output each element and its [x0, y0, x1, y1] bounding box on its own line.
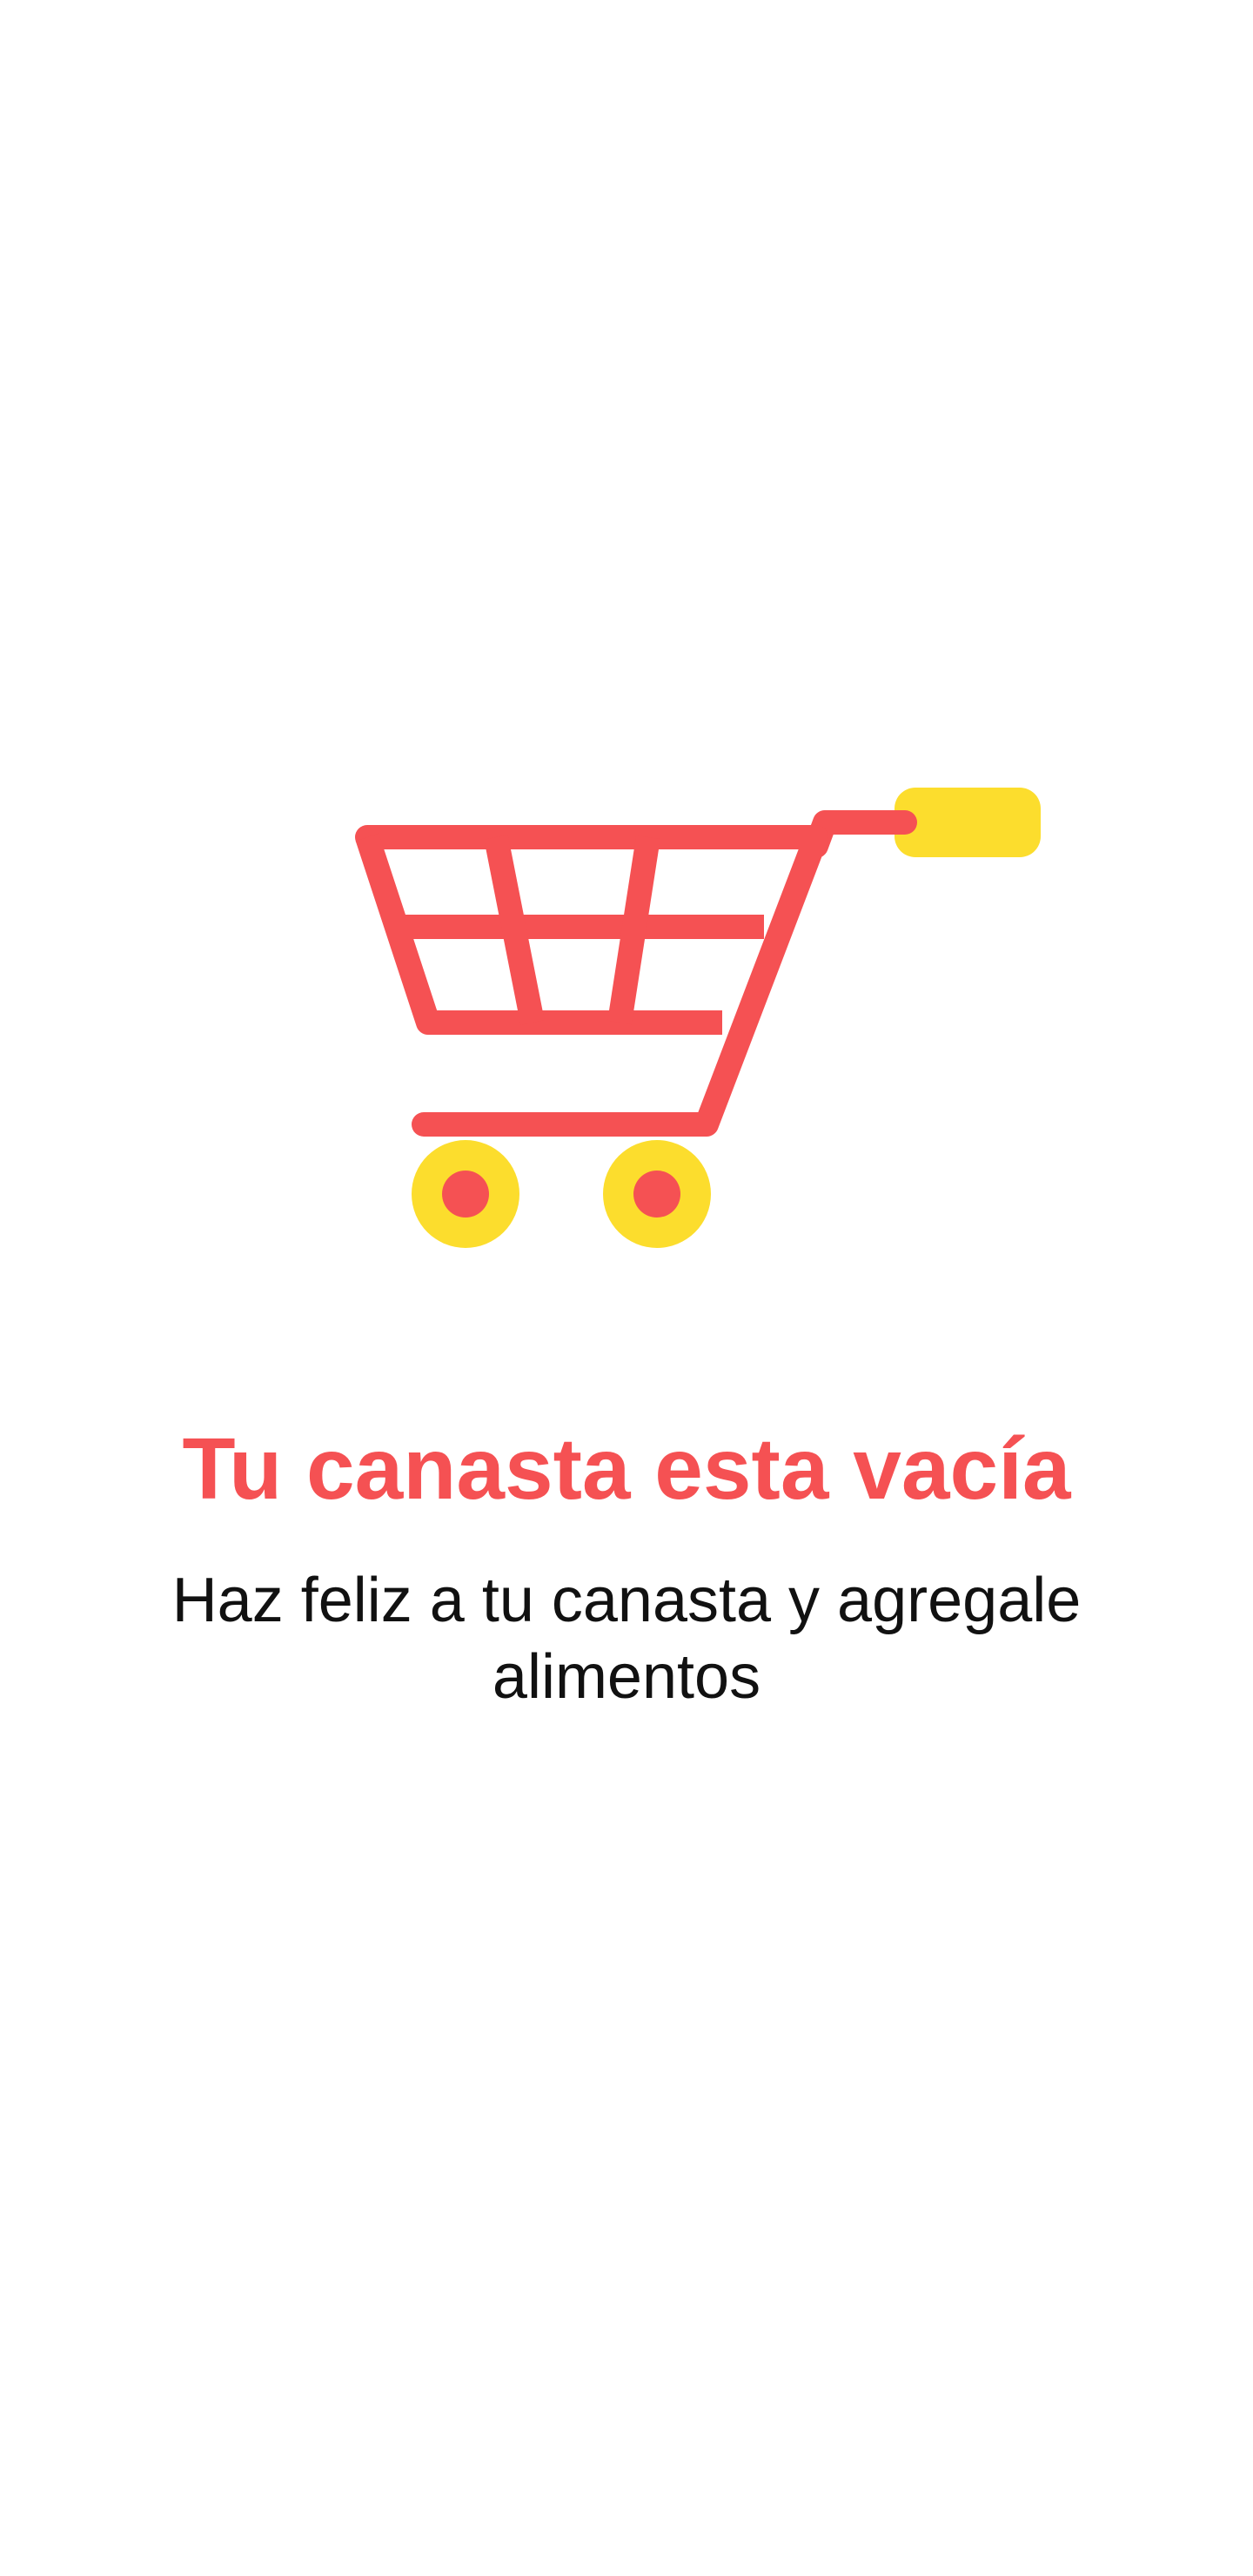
empty-cart-title: Tu canasta esta vacía	[182, 1420, 1071, 1518]
cart-wheel-left-hub	[442, 1171, 489, 1218]
cart-basket-frame	[355, 825, 828, 1137]
cart-handle-bar	[804, 810, 917, 858]
cart-basket-divider-right	[607, 835, 660, 1025]
empty-cart-message: Haz feliz a tu canasta y agregale alimen…	[171, 1566, 1082, 1712]
cart-wheel-right-hub	[633, 1171, 680, 1218]
empty-cart-screen: Tu canasta esta vacía Haz feliz a tu can…	[0, 0, 1253, 2576]
shopping-cart-icon	[348, 775, 1062, 1288]
